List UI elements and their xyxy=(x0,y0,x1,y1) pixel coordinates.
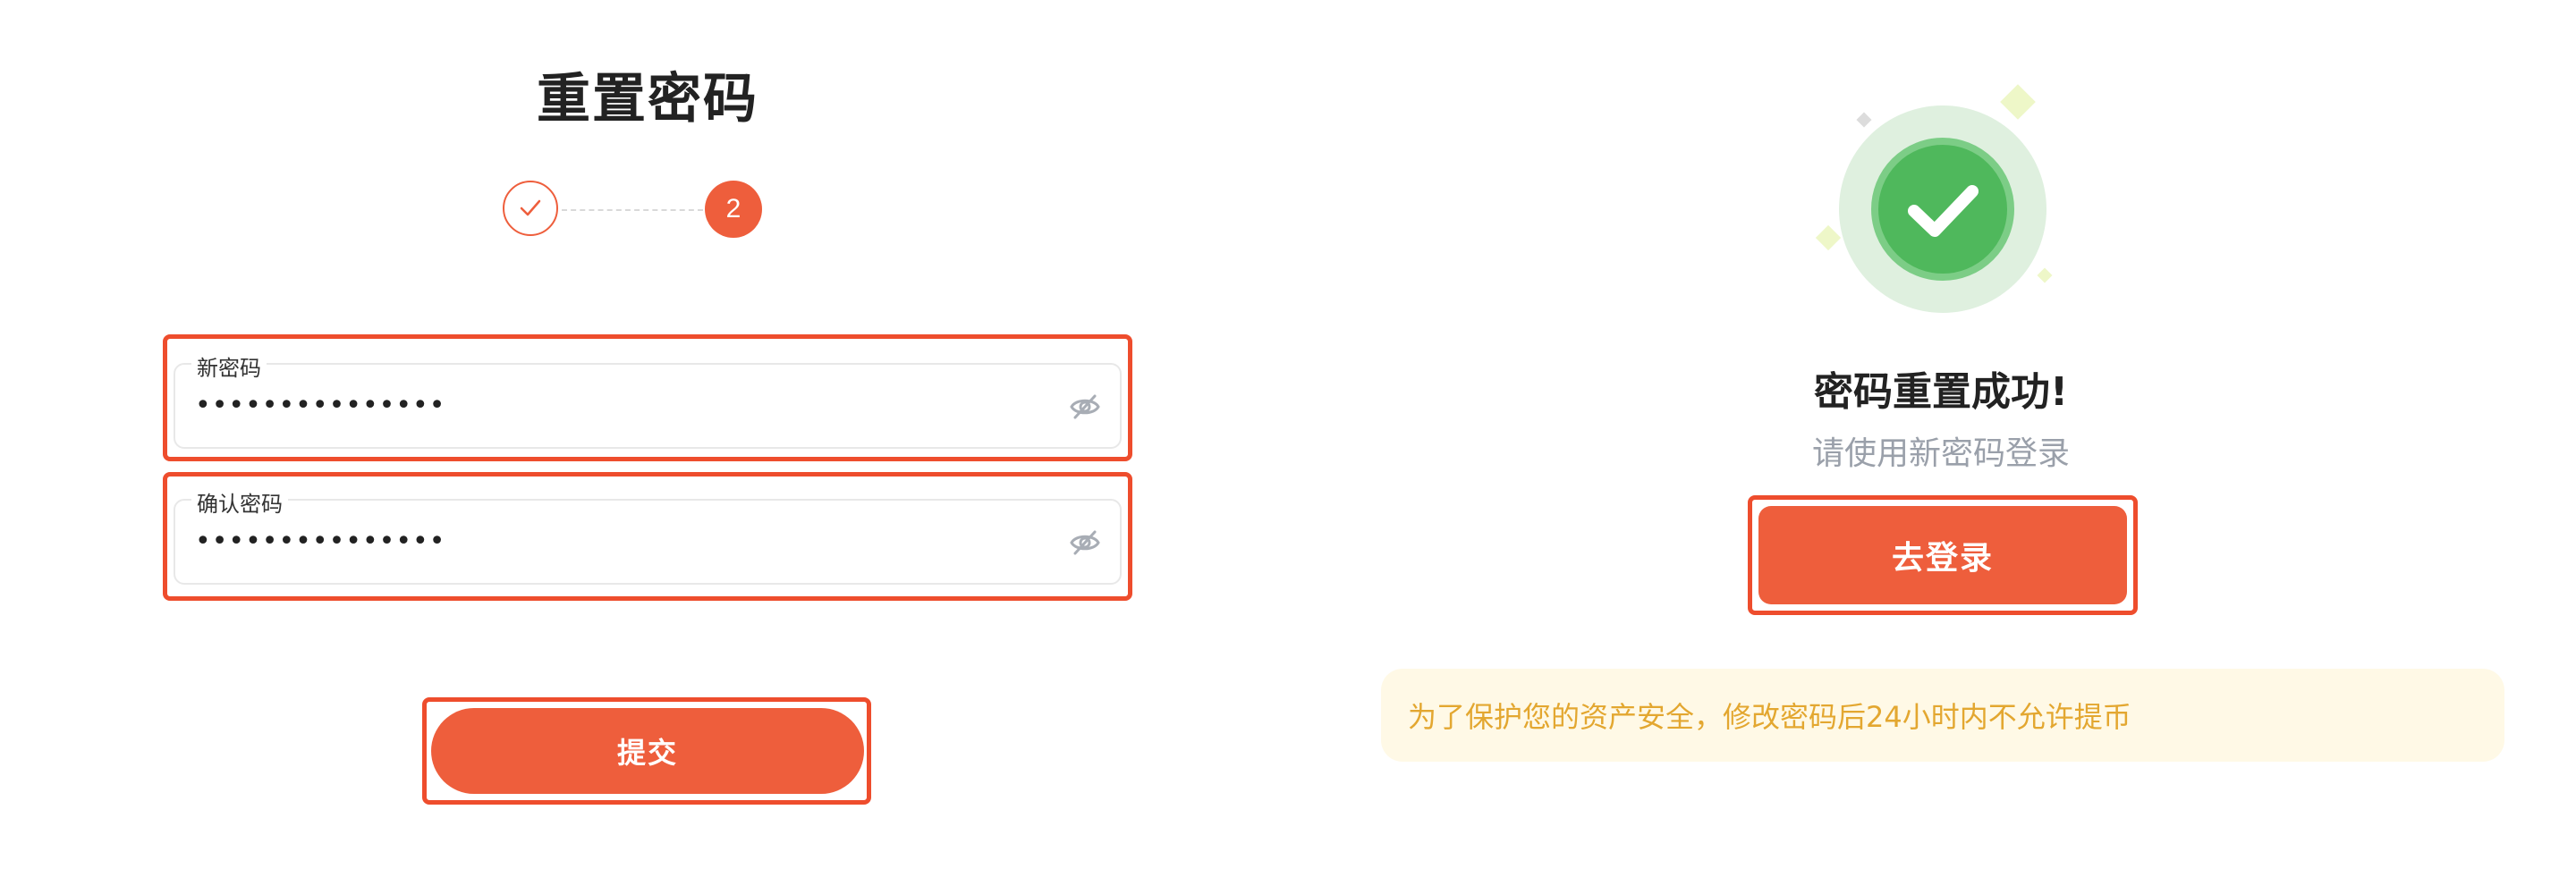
success-title: 密码重置成功! xyxy=(1813,369,2069,415)
sparkle-diamond xyxy=(2037,267,2053,283)
check-icon xyxy=(520,199,541,216)
stepper: 2 xyxy=(503,181,762,240)
sparkle-diamond xyxy=(2000,84,2036,120)
confirm-password-field[interactable]: 确认密码 ••••••••••••••• xyxy=(174,486,1122,585)
new-password-input[interactable]: ••••••••••••••• xyxy=(195,390,445,421)
check-circle-icon xyxy=(1871,138,2014,281)
go-login-button[interactable]: 去登录 xyxy=(1758,506,2127,604)
sparkle-diamond xyxy=(1856,112,1872,128)
sparkle-diamond xyxy=(1815,224,1842,251)
eye-off-icon[interactable] xyxy=(1068,526,1102,560)
stepper-connector xyxy=(562,209,703,211)
confirm-password-input[interactable]: ••••••••••••••• xyxy=(195,526,445,557)
step-2-current: 2 xyxy=(705,181,762,238)
new-password-label: 新密码 xyxy=(191,350,267,382)
success-subtitle: 请使用新密码登录 xyxy=(1811,435,2070,472)
page-title: 重置密码 xyxy=(537,68,758,131)
success-illustration xyxy=(1815,84,2053,313)
confirm-password-label: 确认密码 xyxy=(191,486,288,518)
step-1-completed xyxy=(503,181,558,236)
eye-off-icon[interactable] xyxy=(1068,390,1102,424)
new-password-field[interactable]: 新密码 ••••••••••••••• xyxy=(174,350,1122,449)
submit-button[interactable]: 提交 xyxy=(431,708,864,794)
reset-password-page: 重置密码 2 新密码 ••••••••••••••• 确认密码 ••••••••… xyxy=(0,0,2576,894)
security-notice: 为了保护您的资产安全，修改密码后24小时内不允许提币 xyxy=(1381,669,2504,762)
